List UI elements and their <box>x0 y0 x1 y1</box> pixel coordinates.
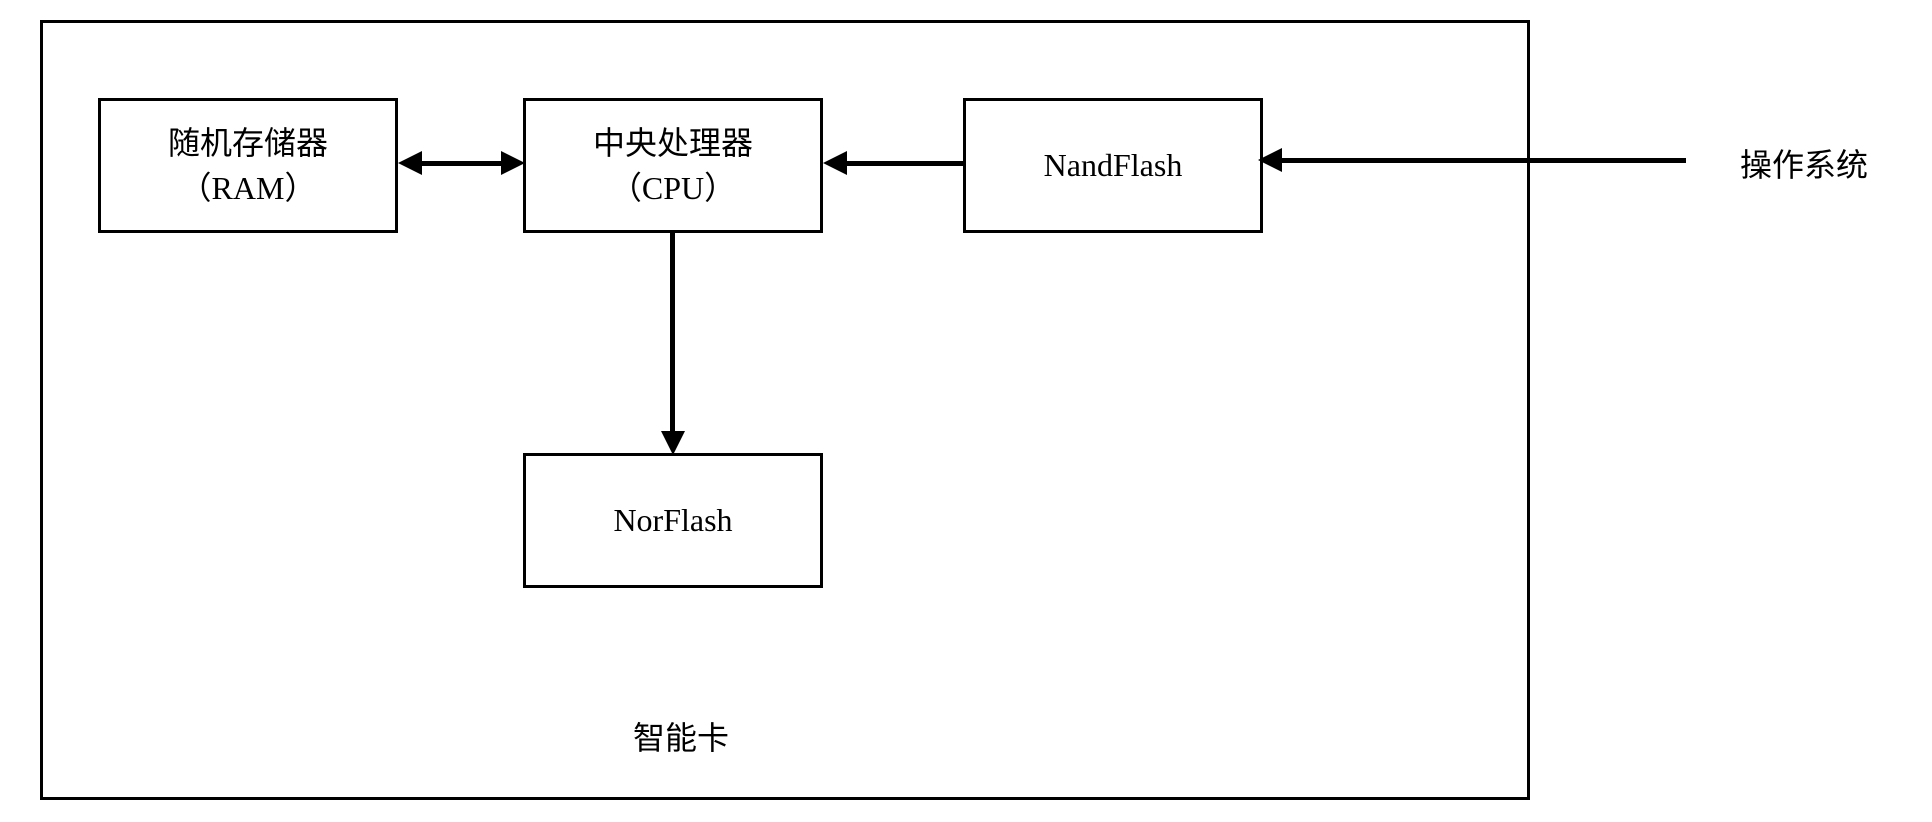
arrow-ram-cpu-head-right <box>501 151 525 175</box>
arrow-os-nand-head <box>1258 148 1282 172</box>
ram-label-line1: 随机存储器 <box>168 121 328 166</box>
arrow-cpu-nor-head <box>661 431 685 455</box>
cpu-box: 中央处理器 （CPU） <box>523 98 823 233</box>
os-label: 操作系统 <box>1740 140 1868 186</box>
arrow-ram-cpu-head-left <box>398 151 422 175</box>
nandflash-box: NandFlash <box>963 98 1263 233</box>
arrow-nand-cpu-head <box>823 151 847 175</box>
cpu-label-line2: （CPU） <box>610 166 736 211</box>
smartcard-container: 随机存储器 （RAM） 中央处理器 （CPU） NandFlash NorFla… <box>40 20 1530 800</box>
ram-box: 随机存储器 （RAM） <box>98 98 398 233</box>
norflash-box: NorFlash <box>523 453 823 588</box>
arrow-cpu-nor-line <box>670 233 675 433</box>
arrow-os-nand-line <box>1278 158 1686 163</box>
nandflash-label: NandFlash <box>1044 143 1183 188</box>
ram-label-line2: （RAM） <box>180 166 317 211</box>
cpu-label-line1: 中央处理器 <box>593 121 753 166</box>
arrow-ram-cpu-line <box>418 161 506 166</box>
arrow-nand-cpu-line <box>843 161 963 166</box>
smartcard-label: 智能卡 <box>633 713 729 759</box>
norflash-label: NorFlash <box>613 498 732 543</box>
